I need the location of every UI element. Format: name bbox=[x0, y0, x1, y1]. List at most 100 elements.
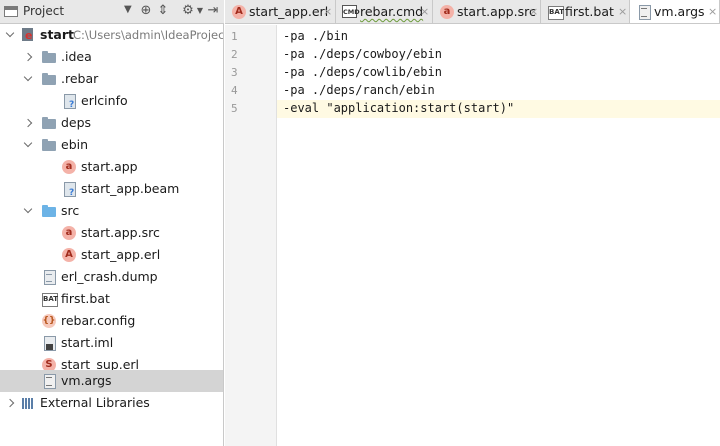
tree-item-erl-crash-dump[interactable]: erl_crash.dump bbox=[0, 266, 223, 288]
tab-rebar-cmd[interactable]: CMD rebar.cmd × bbox=[336, 0, 433, 23]
cmd-file-icon: CMD bbox=[342, 5, 360, 18]
unknown-file-icon bbox=[61, 93, 77, 110]
tab-first-bat[interactable]: BAT first.bat × bbox=[541, 0, 630, 23]
tree-item-external-libraries[interactable]: External Libraries bbox=[0, 392, 223, 414]
erlang-application-glyph: A bbox=[232, 5, 246, 19]
tree-item-start-iml[interactable]: start.iml bbox=[0, 332, 223, 354]
project-panel-header: Project ▼ ⊕ ⇕ ⚙ ▼ ⇥ bbox=[0, 0, 224, 24]
tab-start-app-src[interactable]: a start.app.src × bbox=[433, 0, 541, 23]
text-file-icon bbox=[41, 269, 57, 285]
tree-item-label: deps bbox=[61, 115, 92, 130]
config-file-glyph: {} bbox=[42, 314, 56, 328]
code-line[interactable]: -pa ./deps/ranch/ebin bbox=[277, 82, 720, 100]
tree-item-start[interactable]: start C:\Users\admin\IdeaProjects bbox=[0, 24, 223, 46]
chevron-right-icon[interactable] bbox=[23, 117, 33, 129]
tree-item-idea[interactable]: .idea bbox=[0, 46, 223, 68]
unknown-file-icon bbox=[61, 181, 77, 198]
tree-item-vm-args[interactable]: vm.args bbox=[0, 370, 223, 392]
tree-item-ebin[interactable]: ebin bbox=[0, 134, 223, 156]
tree-item-rebar[interactable]: .rebar bbox=[0, 68, 223, 90]
tree-item-label: External Libraries bbox=[40, 395, 150, 410]
chevron-right-icon[interactable] bbox=[23, 51, 33, 63]
collapse-icon[interactable]: ⇕ bbox=[155, 3, 171, 19]
tree-item-label: start.iml bbox=[61, 335, 114, 350]
tree-item-label: start.app.src bbox=[81, 225, 160, 240]
app-file-icon: a bbox=[439, 4, 454, 19]
chevron-down-icon[interactable] bbox=[23, 73, 33, 85]
tree-item-label: src bbox=[61, 203, 80, 218]
close-icon[interactable]: × bbox=[708, 5, 717, 18]
tree-item-rebar-config[interactable]: {} rebar.config bbox=[0, 310, 223, 332]
tab-label: rebar.cmd bbox=[360, 4, 424, 19]
tree-item-start-app-erl[interactable]: A start_app.erl bbox=[0, 244, 223, 266]
code-editor[interactable]: 1 2 3 4 5 -pa ./bin -pa ./deps/cowboy/eb… bbox=[225, 25, 720, 446]
bat-file-icon: BAT bbox=[41, 291, 58, 307]
erlang-application-icon: A bbox=[61, 247, 77, 263]
tree-item-label: start_app.beam bbox=[81, 181, 180, 196]
app-file-icon: a bbox=[61, 159, 77, 175]
line-number-gutter: 1 2 3 4 5 bbox=[225, 25, 277, 446]
tree-item-label: start.app bbox=[81, 159, 138, 174]
text-file-icon bbox=[636, 4, 651, 20]
tree-item-start-app[interactable]: a start.app bbox=[0, 156, 223, 178]
app-file-glyph: a bbox=[62, 226, 76, 240]
tab-label: first.bat bbox=[565, 4, 614, 19]
chevron-down-icon[interactable] bbox=[23, 205, 33, 217]
target-icon[interactable]: ⊕ bbox=[138, 3, 154, 19]
folder-icon bbox=[41, 115, 57, 131]
config-file-icon: {} bbox=[41, 313, 57, 329]
project-panel-title[interactable]: Project bbox=[23, 4, 64, 18]
tree-item-label: .rebar bbox=[61, 71, 99, 86]
current-code-line[interactable]: -eval "application:start(start)" bbox=[277, 100, 720, 118]
erlang-application-glyph: A bbox=[62, 248, 76, 262]
folder-icon bbox=[41, 71, 57, 87]
code-line[interactable]: -pa ./bin bbox=[277, 28, 720, 46]
code-line[interactable]: -pa ./deps/cowboy/ebin bbox=[277, 46, 720, 64]
bat-file-glyph: BAT bbox=[549, 8, 564, 16]
tree-item-label: erlcinfo bbox=[81, 93, 128, 108]
tab-start-app-erl[interactable]: A start_app.erl × bbox=[225, 0, 336, 23]
app-file-glyph: a bbox=[440, 5, 454, 19]
tree-item-label: start bbox=[40, 27, 74, 42]
folder-icon bbox=[41, 137, 57, 153]
close-icon[interactable]: × bbox=[323, 5, 332, 18]
tab-label: start_app.erl bbox=[249, 4, 329, 19]
tree-item-label: erl_crash.dump bbox=[61, 269, 158, 284]
tree-item-erlcinfo[interactable]: erlcinfo bbox=[0, 90, 223, 112]
tree-item-start-app-beam[interactable]: start_app.beam bbox=[0, 178, 223, 200]
tree-item-label: .idea bbox=[61, 49, 92, 64]
module-icon bbox=[20, 27, 36, 43]
tree-item-label: start_app.erl bbox=[81, 247, 161, 262]
close-icon[interactable]: × bbox=[420, 5, 429, 18]
cmd-file-glyph: CMD bbox=[343, 8, 360, 16]
tree-item-first-bat[interactable]: BAT first.bat bbox=[0, 288, 223, 310]
app-file-glyph: a bbox=[62, 160, 76, 174]
close-icon[interactable]: × bbox=[529, 5, 538, 18]
editor-tabs: A start_app.erl × CMD rebar.cmd × a star… bbox=[225, 0, 720, 24]
hide-icon[interactable]: ⇥ bbox=[205, 3, 221, 19]
line-number: 2 bbox=[231, 48, 238, 61]
code-line-text: -pa ./deps/cowlib/ebin bbox=[283, 65, 442, 79]
chevron-down-icon[interactable] bbox=[5, 29, 15, 41]
chevron-down-icon[interactable] bbox=[23, 139, 33, 151]
tree-item-label: first.bat bbox=[61, 291, 110, 306]
tree-item-start-app-src[interactable]: a start.app.src bbox=[0, 222, 223, 244]
tree-item-src[interactable]: src bbox=[0, 200, 223, 222]
code-line-text: -eval "application:start(start)" bbox=[283, 101, 515, 115]
libraries-icon bbox=[20, 395, 36, 411]
project-panel: Project ▼ ⊕ ⇕ ⚙ ▼ ⇥ start C:\Users\admin… bbox=[0, 0, 224, 446]
close-icon[interactable]: × bbox=[618, 5, 627, 18]
code-line[interactable]: -pa ./deps/cowlib/ebin bbox=[277, 64, 720, 82]
tab-label: start.app.src bbox=[457, 4, 536, 19]
app-file-icon: a bbox=[61, 225, 77, 241]
module-path: C:\Users\admin\IdeaProjects bbox=[73, 28, 223, 42]
project-window-icon bbox=[4, 6, 18, 17]
chevron-right-icon[interactable] bbox=[5, 397, 15, 409]
code-line-text: -pa ./bin bbox=[283, 29, 349, 43]
folder-icon bbox=[41, 49, 57, 65]
tree-item-deps[interactable]: deps bbox=[0, 112, 223, 134]
view-mode-dropdown-icon[interactable]: ▼ bbox=[124, 4, 132, 15]
line-number: 3 bbox=[231, 66, 238, 79]
tab-label: vm.args bbox=[654, 4, 705, 19]
tab-vm-args[interactable]: vm.args × bbox=[630, 0, 720, 23]
